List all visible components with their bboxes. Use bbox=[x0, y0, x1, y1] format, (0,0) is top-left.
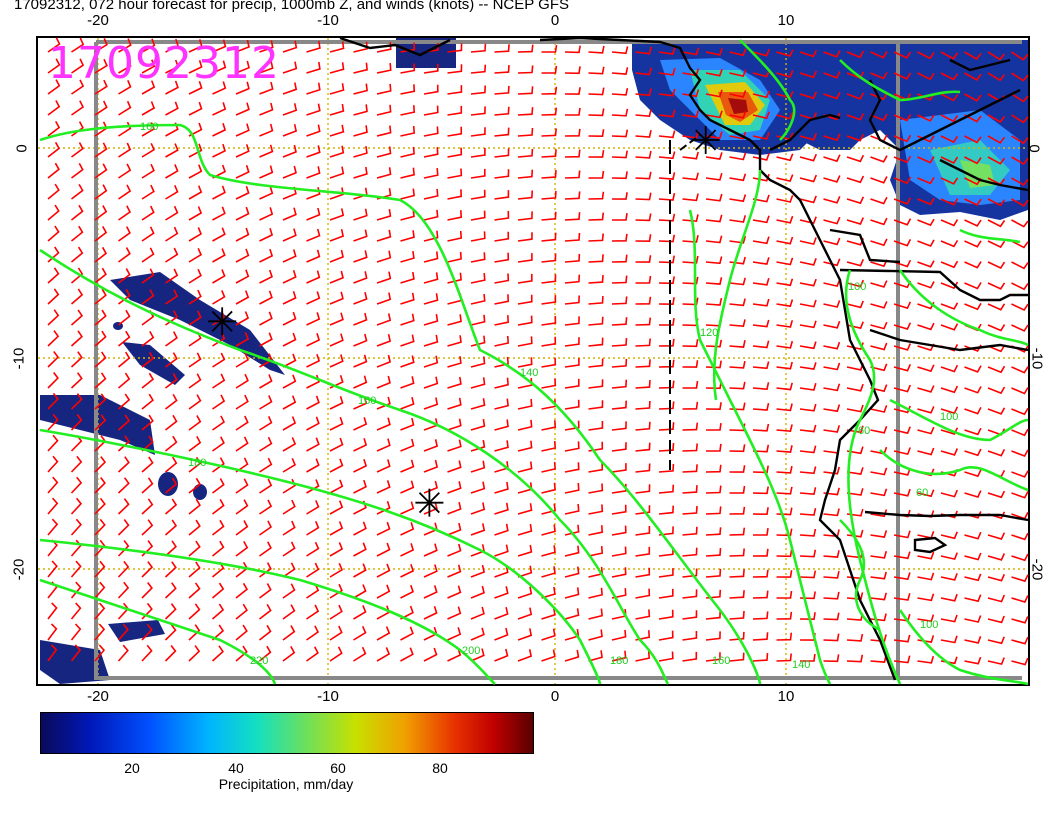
colorbar-tick: 40 bbox=[228, 760, 244, 776]
colorbar-tick: 80 bbox=[432, 760, 448, 776]
colorbar-tick: 60 bbox=[330, 760, 346, 776]
timestamp-stamp: 17092312 bbox=[48, 38, 280, 89]
precip-area bbox=[193, 484, 207, 500]
contour-label: 100 bbox=[848, 281, 866, 293]
contour-label: 120 bbox=[700, 327, 718, 339]
contour-label: 140 bbox=[792, 659, 810, 671]
contour-label: 180 bbox=[188, 457, 206, 469]
contour-label: 160 bbox=[712, 655, 730, 667]
contour-label: 100 bbox=[920, 619, 938, 631]
contour-label: 160 bbox=[140, 121, 158, 133]
contour-label: 200 bbox=[462, 645, 480, 657]
colorbar-tick: 20 bbox=[124, 760, 140, 776]
weather-map: 160 140 160 180 200 220 180 160 140 120 … bbox=[36, 36, 1030, 686]
colorbar-label: Precipitation, mm/day bbox=[218, 776, 354, 792]
contour-label: 60 bbox=[916, 487, 928, 499]
contour-label: 100 bbox=[940, 411, 958, 423]
precip-colorbar bbox=[40, 712, 534, 754]
center-marker bbox=[691, 126, 720, 154]
contour-label: 220 bbox=[250, 655, 268, 667]
center-marker bbox=[208, 307, 237, 336]
center-marker bbox=[415, 488, 444, 517]
contour-label: 180 bbox=[610, 655, 628, 667]
contour-label: 140 bbox=[520, 367, 538, 379]
contour-label: 160 bbox=[358, 395, 376, 407]
contour-label: 60 bbox=[858, 425, 870, 437]
